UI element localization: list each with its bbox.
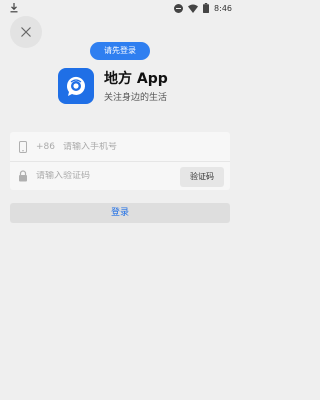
login-form: +86 验证码 [10,132,230,190]
app-logo-graphic [66,76,85,96]
login-screen: 8:46 请先登录 地方 App 关注身边的生活 +86 请输入手机号 请输入验… [0,0,240,400]
app-header: 地方 App 关注身边的生活 [58,68,168,104]
phone-icon [19,140,27,153]
phone-row: +86 [10,132,230,161]
close-button[interactable] [10,16,42,48]
code-row: 验证码 [10,161,230,190]
login-required-badge: 请先登录 [90,42,150,60]
verification-code-input[interactable] [36,171,156,181]
status-left [10,3,18,13]
phone-input[interactable] [63,141,203,152]
battery-icon [203,3,210,13]
app-text: 地方 App 关注身边的生活 [104,70,168,103]
status-bar: 8:46 [0,0,240,16]
app-slogan: 关注身边的生活 [104,92,168,103]
download-icon [10,3,18,13]
do-not-disturb-icon [174,3,184,13]
status-right: 8:46 [174,3,232,13]
close-icon [21,27,31,37]
login-button[interactable]: 登录 [10,203,230,223]
country-code[interactable]: +86 [36,142,55,152]
lock-icon [19,170,27,182]
app-name: 地方 App [104,70,168,87]
wifi-icon [188,4,199,13]
app-logo-icon [58,68,94,104]
status-time: 8:46 [214,3,232,13]
get-code-button[interactable]: 验证码 [180,167,224,187]
